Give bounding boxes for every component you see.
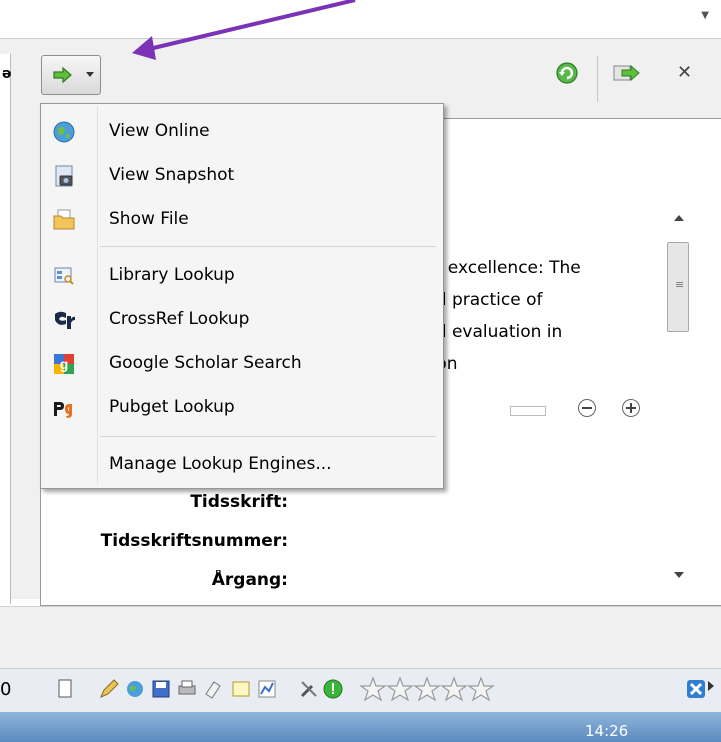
close-icon[interactable]: ✕ xyxy=(677,62,692,83)
left-pane-edge xyxy=(0,54,11,604)
menu-item-manage-lookup-engines[interactable]: Manage Lookup Engines... xyxy=(44,443,440,487)
export-icon[interactable] xyxy=(612,62,642,84)
eraser-icon[interactable] xyxy=(202,678,224,700)
x-logo-icon[interactable] xyxy=(685,678,707,700)
menu-item-label: Manage Lookup Engines... xyxy=(109,454,332,474)
menu-item-view-snapshot[interactable]: View Snapshot xyxy=(44,154,440,198)
status-digit: 0 xyxy=(0,679,12,700)
scroll-up-icon[interactable] xyxy=(674,215,684,221)
menu-item-library-lookup[interactable]: Library Lookup xyxy=(44,254,440,298)
taskbar-clock: 14:26 xyxy=(585,722,629,740)
web-icon[interactable] xyxy=(124,678,146,700)
menu-item-google-scholar-search[interactable]: g Google Scholar Search xyxy=(44,342,440,386)
sync-icon[interactable] xyxy=(554,60,580,86)
new-document-icon[interactable] xyxy=(54,678,76,700)
bottom-panel xyxy=(0,606,721,669)
folder-icon xyxy=(53,209,75,230)
menu-item-label: Google Scholar Search xyxy=(109,353,302,373)
green-arrow-icon xyxy=(53,66,72,84)
journal-label: Tidsskrift: xyxy=(190,492,288,512)
scroll-down-icon[interactable] xyxy=(674,572,684,578)
volume-label: Årgang: xyxy=(211,570,288,590)
journal-abbr-label: Tidsskriftsnummer: xyxy=(100,531,288,551)
title-line[interactable]: nd evaluation in xyxy=(425,322,562,342)
left-pane-glyph: ǝ xyxy=(2,66,12,82)
menu-item-view-online[interactable]: View Online xyxy=(44,110,440,154)
pencil-icon[interactable] xyxy=(98,678,120,700)
tools-icon[interactable] xyxy=(298,678,320,700)
google-scholar-icon: g xyxy=(54,354,74,374)
save-icon[interactable] xyxy=(150,678,172,700)
top-strip xyxy=(0,0,721,38)
title-line[interactable]: or excellence: The xyxy=(425,258,581,278)
library-icon xyxy=(54,267,74,285)
pubget-icon xyxy=(54,402,72,418)
print-icon[interactable] xyxy=(176,678,198,700)
top-scroll-down-icon[interactable]: ▼ xyxy=(701,10,709,21)
globe-icon xyxy=(53,121,75,143)
rating-stars-icon[interactable] xyxy=(360,676,500,702)
chart-icon[interactable] xyxy=(256,678,278,700)
font-size-slider[interactable] xyxy=(510,406,546,416)
zoom-in-icon[interactable] xyxy=(622,399,640,417)
menu-item-label: Pubget Lookup xyxy=(109,397,235,417)
menu-item-show-file[interactable]: Show File xyxy=(44,198,440,242)
snapshot-icon xyxy=(55,165,73,187)
menu-item-pubget-lookup[interactable]: Pubget Lookup xyxy=(44,386,440,430)
chevron-down-icon xyxy=(86,72,94,77)
menu-item-label: View Online xyxy=(109,121,210,141)
menu-item-label: View Snapshot xyxy=(109,165,235,185)
menu-separator xyxy=(100,436,436,437)
chevron-right-icon[interactable] xyxy=(708,681,714,691)
toolbar-separator xyxy=(597,56,598,102)
menu-separator xyxy=(100,246,436,247)
crossref-icon xyxy=(55,311,75,329)
zoom-out-icon[interactable] xyxy=(578,399,596,417)
info-icon[interactable] xyxy=(322,678,344,700)
menu-item-label: CrossRef Lookup xyxy=(109,309,250,329)
note-icon[interactable] xyxy=(230,678,252,700)
scroll-grip-icon: ≡ xyxy=(675,278,685,291)
menu-item-label: Show File xyxy=(109,209,189,229)
menu-item-label: Library Lookup xyxy=(109,265,235,285)
menu-item-crossref-lookup[interactable]: CrossRef Lookup xyxy=(44,298,440,342)
svg-text:g: g xyxy=(60,356,69,372)
locate-menu-button[interactable] xyxy=(41,55,101,95)
